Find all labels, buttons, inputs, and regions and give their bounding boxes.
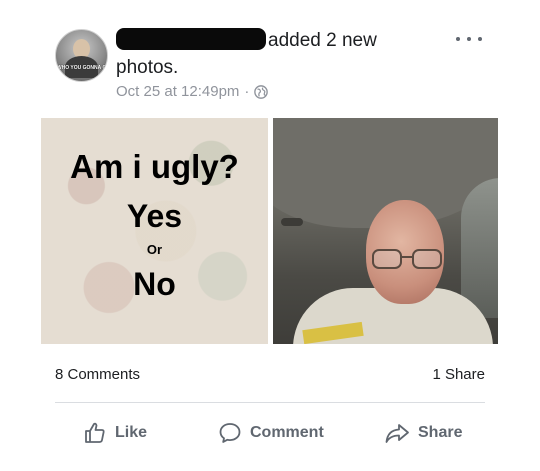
share-button[interactable]: Share <box>384 420 462 446</box>
glasses-icon <box>372 249 442 269</box>
car-window <box>461 178 498 318</box>
meme-option-yes: Yes <box>126 198 183 234</box>
globe-icon[interactable] <box>254 84 269 99</box>
comment-label: Comment <box>250 424 324 441</box>
like-label: Like <box>115 424 148 441</box>
meta-separator: · <box>244 83 250 100</box>
facebook-post: WHO YOU GONNA C added 2 new photos. Oct … <box>0 0 540 471</box>
meme-option-no: No <box>133 266 176 302</box>
meme-title: Am i ugly? <box>70 148 239 185</box>
avatar[interactable]: WHO YOU GONNA C <box>55 29 108 82</box>
car-handle <box>281 218 303 226</box>
post-timestamp[interactable]: Oct 25 at 12:49pm <box>116 83 239 100</box>
share-arrow-icon <box>385 424 409 443</box>
photo-meme[interactable]: Am i ugly? Yes Or No <box>41 118 268 344</box>
thumbs-up-icon <box>85 422 105 443</box>
comment-bubble-icon <box>219 423 241 443</box>
more-options-button[interactable] <box>456 30 482 48</box>
avatar-caption: WHO YOU GONNA C <box>56 65 107 71</box>
redacted-author-name[interactable] <box>116 28 266 50</box>
shares-count[interactable]: 1 Share <box>432 366 485 383</box>
more-dot-icon <box>456 37 460 41</box>
divider <box>55 402 485 403</box>
comments-count[interactable]: 8 Comments <box>55 366 140 383</box>
comment-button[interactable]: Comment <box>218 420 324 446</box>
share-label: Share <box>418 424 463 441</box>
post-meta: Oct 25 at 12:49pm · <box>116 83 269 100</box>
more-dot-icon <box>467 37 471 41</box>
meme-option-or: Or <box>146 242 163 257</box>
photo-selfie[interactable] <box>273 118 498 344</box>
more-dot-icon <box>478 37 482 41</box>
like-button[interactable]: Like <box>83 420 147 446</box>
